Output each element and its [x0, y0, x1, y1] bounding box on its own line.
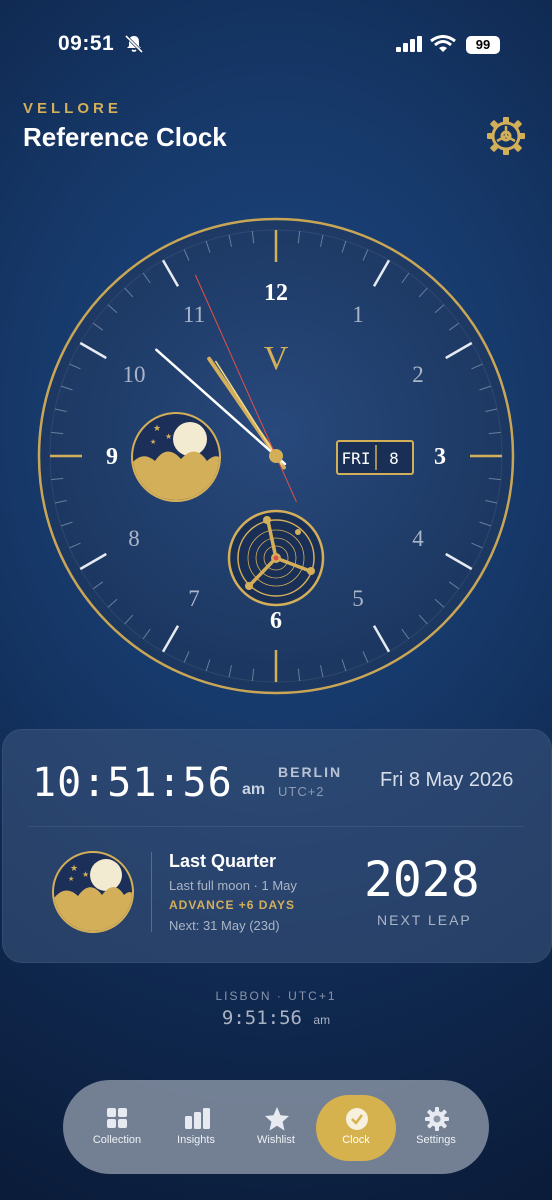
next-leap-year: 2028 — [364, 852, 480, 908]
tab-clock-label: Clock — [342, 1134, 370, 1146]
dial-numeral-12: 12 — [264, 280, 288, 306]
clock-icon — [346, 1108, 368, 1130]
tab-settings[interactable]: Settings — [396, 1080, 476, 1174]
next-leap-label: NEXT LEAP — [377, 912, 472, 928]
utc-offset: UTC+2 — [278, 784, 325, 799]
moon-divider — [151, 852, 152, 932]
signal-icon — [396, 36, 422, 52]
wifi-icon — [430, 35, 456, 52]
svg-text:★: ★ — [153, 424, 161, 434]
balance-wheel — [227, 509, 325, 607]
card-divider — [28, 826, 524, 827]
dial-numeral-1: 1 — [352, 302, 364, 327]
dial-numeral-11: 11 — [183, 302, 205, 327]
dial-numeral-4: 4 — [412, 526, 424, 551]
bell-muted-icon — [124, 34, 144, 54]
svg-text:★: ★ — [165, 432, 172, 441]
secondary-city: LISBON · UTC+1 — [215, 989, 337, 1003]
dial-numeral-3: 3 — [434, 444, 446, 470]
page-title: Reference Clock — [23, 122, 227, 152]
digital-ampm: am — [242, 781, 266, 798]
dial-numeral-10: 10 — [122, 362, 145, 387]
next-full-moon: Next: 31 May (23d) — [169, 918, 280, 933]
tab-insights-label: Insights — [177, 1134, 215, 1146]
tab-collection-label: Collection — [92, 1134, 142, 1146]
dial-numeral-8: 8 — [128, 526, 140, 551]
last-full-moon: Last full moon · 1 May — [169, 878, 297, 893]
star-icon — [265, 1107, 289, 1131]
tab-wishlist-label: Wishlist — [257, 1134, 295, 1146]
moon-phase-icon: ★ ★ ★ — [52, 851, 134, 933]
tab-wishlist[interactable]: Wishlist — [236, 1080, 316, 1174]
dial-numeral-7: 7 — [188, 586, 200, 611]
dial-numeral-6: 6 — [270, 608, 282, 634]
dial-numeral-9: 9 — [106, 444, 118, 470]
bar-chart-icon — [185, 1108, 210, 1129]
svg-text:★: ★ — [82, 870, 89, 879]
dial-numeral-5: 5 — [352, 586, 364, 611]
analog-clock-dial: 121234567891011 V ★ ★ ★ FRI 8 — [37, 217, 515, 695]
moon-phase-name: Last Quarter — [169, 851, 277, 871]
tab-collection[interactable]: Collection — [77, 1080, 157, 1174]
tab-clock[interactable]: Clock — [316, 1080, 396, 1174]
brand-label: VELLORE — [23, 100, 122, 117]
status-bar: 09:51 99 — [0, 30, 552, 60]
date-window: FRI 8 — [336, 440, 414, 475]
digital-time: 10:51:56 — [32, 760, 233, 806]
tab-insights[interactable]: Insights — [156, 1080, 236, 1174]
svg-text:★: ★ — [70, 864, 78, 874]
status-time: 09:51 — [58, 32, 115, 55]
svg-text:★: ★ — [68, 875, 74, 883]
city-label: BERLIN — [278, 764, 343, 780]
svg-text:★: ★ — [150, 438, 156, 446]
gear-icon — [425, 1107, 449, 1131]
date-window-date: 8 — [389, 449, 399, 468]
tab-settings-label: Settings — [416, 1134, 456, 1146]
settings-gear-button[interactable] — [484, 114, 528, 158]
dial-numeral-2: 2 — [412, 362, 424, 387]
tab-bar: Collection Insights Wishlist Clock Setti… — [63, 1080, 489, 1174]
secondary-time: 9:51:56 am — [0, 1007, 552, 1029]
battery-indicator: 99 — [466, 36, 500, 54]
grid-icon — [107, 1108, 127, 1128]
secondary-time-value: 9:51:56 — [221, 1007, 302, 1029]
center-pin — [269, 449, 283, 463]
dial-logo: V — [264, 340, 289, 377]
advance-days[interactable]: ADVANCE +6 DAYS — [169, 898, 295, 912]
current-date: Fri 8 May 2026 — [380, 769, 514, 791]
secondary-ampm: am — [313, 1013, 331, 1027]
date-window-day: FRI — [342, 449, 371, 468]
